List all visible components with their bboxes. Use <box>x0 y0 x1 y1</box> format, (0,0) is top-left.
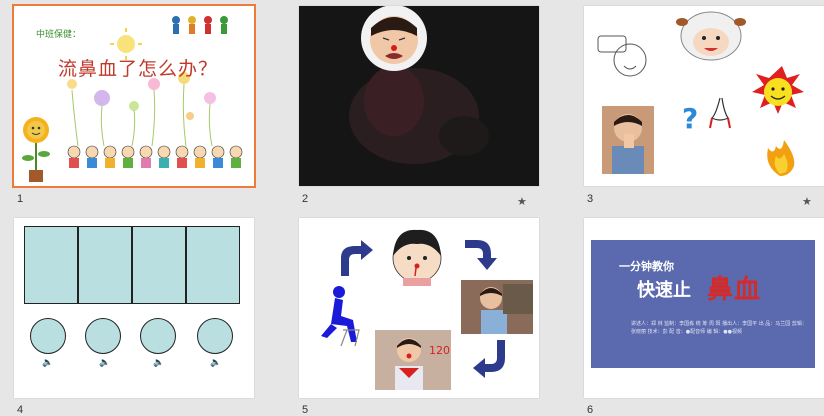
slide-number-5: 5 <box>302 404 309 416</box>
title-banner: 一分钟教你 快速止 鼻血 讲述人：郑 林 监制：李国栋 统 筹 周 阳 播出人：… <box>591 240 815 368</box>
slide-thumbnail-5[interactable]: 120 <box>299 218 539 398</box>
speaker-icon[interactable]: 🔈 <box>153 358 164 368</box>
slide-thumbnail-1[interactable]: 中班保健： 流鼻血了怎么办？ <box>12 4 256 188</box>
slide-6-heading-1: 一分钟教你 <box>619 260 674 273</box>
slide-thumbnail-2[interactable] <box>299 6 539 186</box>
star-icon[interactable]: ★ <box>517 195 527 208</box>
slide-number-1: 1 <box>17 193 24 205</box>
grid-cell <box>78 226 132 304</box>
grid-cell <box>132 226 186 304</box>
slide-number-2: 2 <box>302 193 309 205</box>
speaker-icon[interactable]: 🔈 <box>42 358 53 368</box>
slide-6-heading-3: 鼻血 <box>707 275 762 305</box>
circle-shape <box>140 318 176 354</box>
slide-5-illustration: 120 <box>321 229 533 390</box>
grid-cell <box>24 226 78 304</box>
slide-3-illustration: ? <box>597 11 804 176</box>
slide-1-label: 中班保健： <box>36 30 82 40</box>
slide-number-3: 3 <box>587 193 594 205</box>
grid-cell <box>186 226 240 304</box>
slide-thumbnail-6[interactable]: 一分钟教你 快速止 鼻血 讲述人：郑 林 监制：李国栋 统 筹 周 阳 播出人：… <box>584 218 824 398</box>
slide-number-4: 4 <box>17 404 24 416</box>
slide-6-heading-2: 快速止 <box>637 280 691 301</box>
circle-shape <box>30 318 66 354</box>
circle-shape <box>85 318 121 354</box>
slide-thumbnail-3[interactable]: ? <box>584 6 824 186</box>
slide-number-6: 6 <box>587 404 594 416</box>
question-mark-icon: ? <box>682 102 698 135</box>
star-icon[interactable]: ★ <box>802 195 812 208</box>
slide-6-credits: 讲述人：郑 林 监制：李国栋 统 筹 周 阳 播出人：李国平 出 品：马兰园 剪… <box>631 321 807 335</box>
speaker-icon[interactable]: 🔈 <box>99 358 110 368</box>
crying-child-photo <box>349 6 489 164</box>
speaker-icon[interactable]: 🔈 <box>210 358 221 368</box>
slide-thumbnail-4[interactable]: 🔈 🔈 🔈 🔈 <box>14 218 254 398</box>
circle-shape <box>197 318 233 354</box>
slide-1-title: 流鼻血了怎么办？ <box>58 58 219 80</box>
emergency-number-text: 120 <box>429 344 450 357</box>
